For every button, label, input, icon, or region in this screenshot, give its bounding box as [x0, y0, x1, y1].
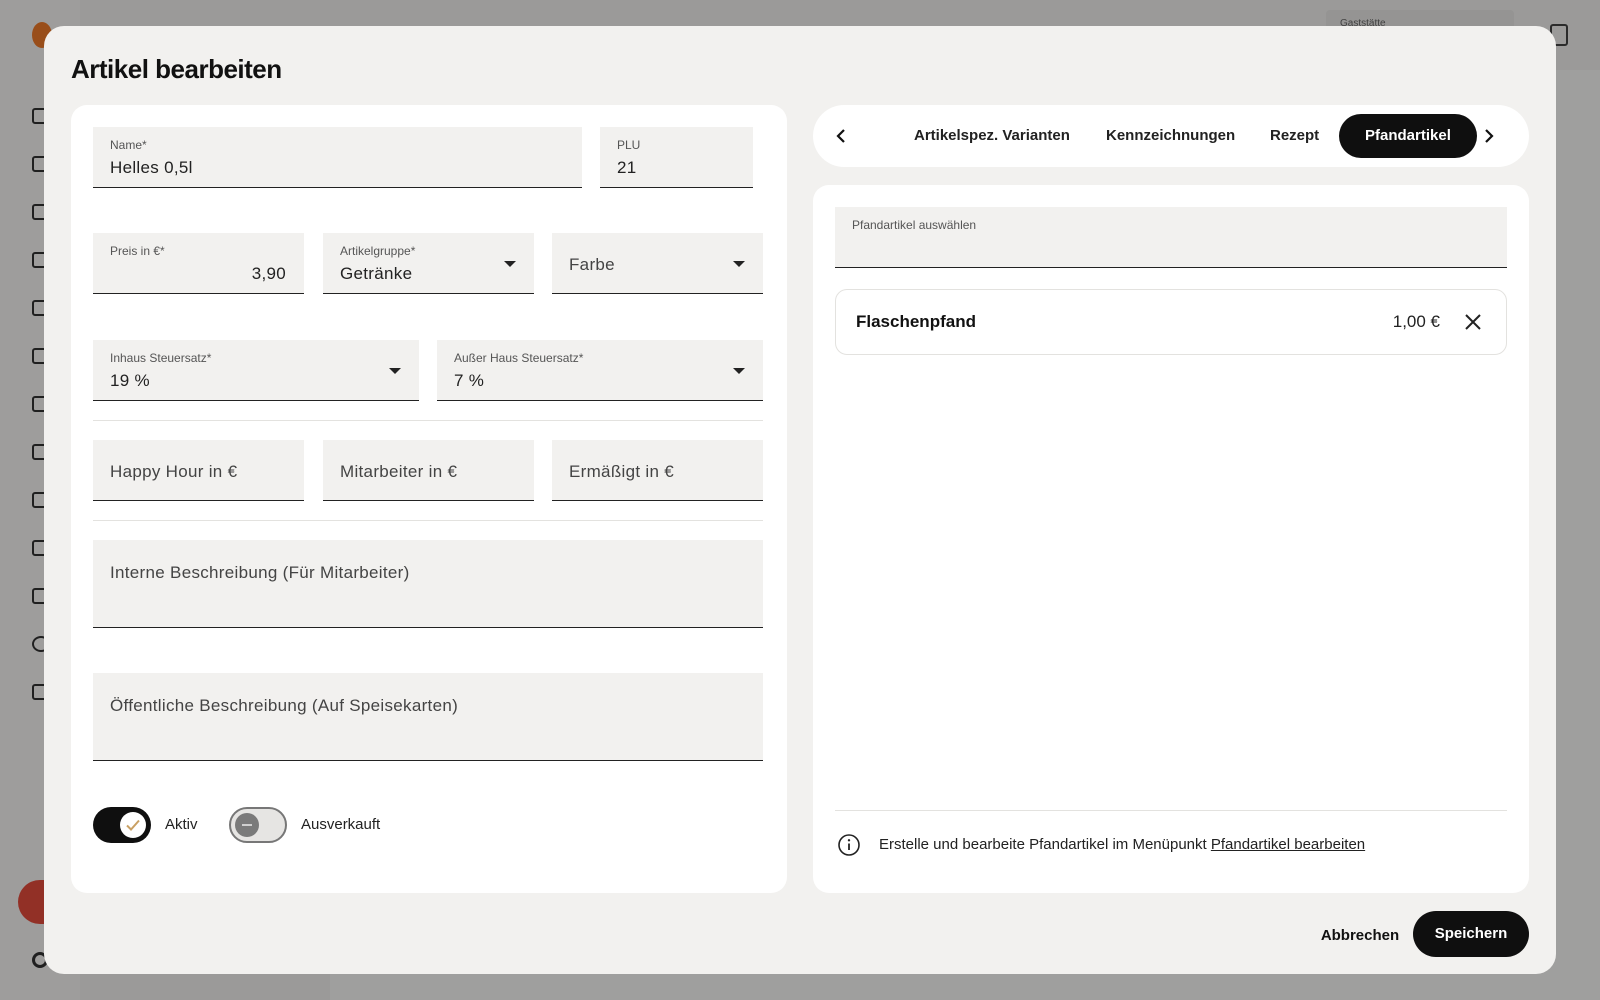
name-field-value: Helles 0,5l [110, 158, 193, 177]
tab-deposit-items[interactable]: Pfandartikel [1339, 114, 1477, 158]
deposit-info-message: Erstelle und bearbeite Pfandartikel im M… [879, 836, 1211, 853]
toggle-knob [120, 812, 146, 838]
modal-title: Artikel bearbeiten [71, 54, 282, 84]
dropdown-caret-icon [504, 261, 516, 267]
article-tabs: Artikelspez. Varianten Kennzeichnungen R… [813, 105, 1529, 167]
inhouse-tax-label: Inhaus Steuersatz* [110, 351, 212, 365]
plu-field-label: PLU [617, 138, 641, 152]
info-icon [838, 834, 860, 856]
inhouse-tax-value: 19 % [110, 371, 150, 390]
chevron-right-icon[interactable] [1477, 125, 1499, 147]
toggle-knob [235, 813, 259, 837]
active-toggle[interactable] [93, 807, 151, 843]
employee-price-placeholder: Mitarbeiter in € [340, 462, 458, 481]
dropdown-caret-icon [733, 261, 745, 267]
active-toggle-label: Aktiv [165, 816, 198, 833]
reduced-price-placeholder: Ermäßigt in € [569, 462, 674, 481]
public-description-placeholder: Öffentliche Beschreibung (Auf Speisekart… [110, 696, 459, 715]
chevron-left-icon[interactable] [831, 125, 853, 147]
minus-icon [242, 824, 252, 826]
save-button[interactable]: Speichern [1413, 911, 1529, 957]
deposit-panel: Pfandartikel auswählen Flaschenpfand 1,0… [813, 185, 1529, 893]
edit-deposit-items-link[interactable]: Pfandartikel bearbeiten [1211, 836, 1365, 853]
price-field-label: Preis in €* [110, 244, 165, 258]
article-group-select[interactable]: Artikelgruppe* Getränke [323, 233, 534, 294]
price-field-value: 3,90 [251, 264, 286, 283]
tab-recipe[interactable]: Rezept [1270, 105, 1319, 167]
article-group-value: Getränke [340, 264, 413, 283]
name-field-label: Name* [110, 138, 147, 152]
close-icon[interactable] [1462, 311, 1484, 333]
outside-tax-select[interactable]: Außer Haus Steuersatz* 7 % [437, 340, 763, 401]
article-group-label: Artikelgruppe* [340, 244, 416, 258]
outside-tax-label: Außer Haus Steuersatz* [454, 351, 584, 365]
name-field[interactable]: Name* Helles 0,5l [93, 127, 582, 188]
tab-labels[interactable]: Kennzeichnungen [1106, 105, 1235, 167]
deposit-select-label: Pfandartikel auswählen [852, 218, 977, 232]
deposit-item-price: 1,00 € [1392, 312, 1440, 331]
outside-tax-value: 7 % [454, 371, 485, 390]
plu-field-value: 21 [617, 158, 637, 177]
deposit-list-item: Flaschenpfand 1,00 € [835, 289, 1507, 355]
dropdown-caret-icon [733, 368, 745, 374]
happy-hour-placeholder: Happy Hour in € [110, 462, 238, 481]
article-form-panel: Name* Helles 0,5l PLU 21 Preis in €* 3,9… [71, 105, 787, 893]
cancel-button[interactable]: Abbrechen [1300, 914, 1420, 958]
color-select[interactable]: Farbe [552, 233, 763, 294]
deposit-item-name: Flaschenpfand [856, 312, 976, 331]
check-icon [126, 819, 140, 831]
deposit-info-text: Erstelle und bearbeite Pfandartikel im M… [879, 836, 1365, 853]
dropdown-caret-icon [389, 368, 401, 374]
public-description-textarea[interactable]: Öffentliche Beschreibung (Auf Speisekart… [93, 673, 763, 761]
tab-article-variants[interactable]: Artikelspez. Varianten [914, 105, 1070, 167]
divider [93, 520, 763, 521]
sold-out-toggle[interactable] [229, 807, 287, 843]
employee-price-field[interactable]: Mitarbeiter in € [323, 440, 534, 501]
edit-article-modal: Artikel bearbeiten Name* Helles 0,5l PLU… [44, 26, 1556, 974]
price-field[interactable]: Preis in €* 3,90 [93, 233, 304, 294]
reduced-price-field[interactable]: Ermäßigt in € [552, 440, 763, 501]
sold-out-toggle-label: Ausverkauft [301, 816, 381, 833]
divider [93, 420, 763, 421]
divider [835, 810, 1507, 811]
color-select-placeholder: Farbe [569, 255, 615, 274]
internal-description-placeholder: Interne Beschreibung (Für Mitarbeiter) [110, 563, 410, 582]
deposit-select[interactable]: Pfandartikel auswählen [835, 207, 1507, 268]
deposit-info: Erstelle und bearbeite Pfandartikel im M… [835, 830, 1507, 860]
happy-hour-field[interactable]: Happy Hour in € [93, 440, 304, 501]
inhouse-tax-select[interactable]: Inhaus Steuersatz* 19 % [93, 340, 419, 401]
plu-field[interactable]: PLU 21 [600, 127, 753, 188]
internal-description-textarea[interactable]: Interne Beschreibung (Für Mitarbeiter) [93, 540, 763, 628]
